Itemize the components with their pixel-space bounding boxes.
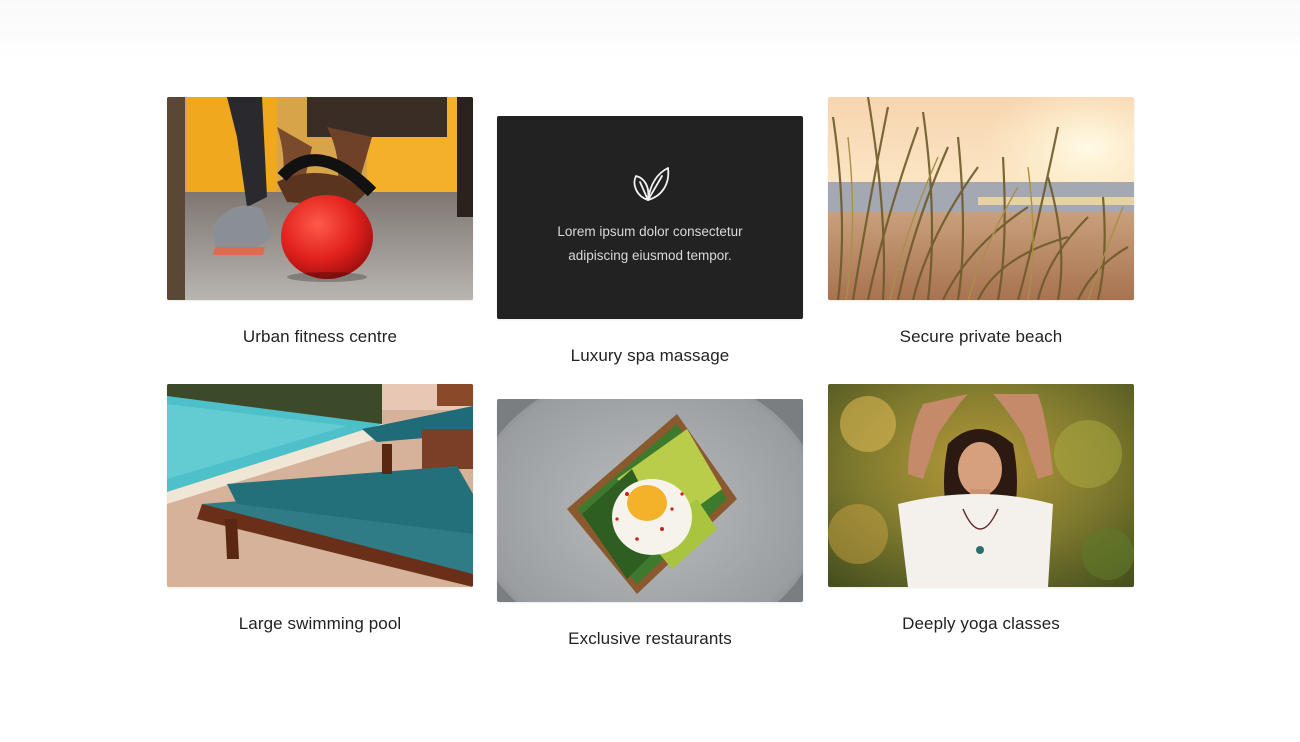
service-caption: Secure private beach bbox=[899, 327, 1063, 346]
service-card-spa[interactable]: Lorem ipsum dolor consectetur adipiscing… bbox=[497, 116, 803, 366]
food-photo-icon bbox=[497, 399, 803, 602]
beach-photo bbox=[828, 97, 1134, 300]
service-card-restaurants[interactable]: Exclusive restaurants bbox=[497, 399, 803, 649]
pool-photo bbox=[167, 384, 473, 587]
service-card-pool[interactable]: Large swimming pool bbox=[167, 384, 473, 634]
yoga-photo bbox=[828, 384, 1134, 587]
spa-description: Lorem ipsum dolor consectetur adipiscing… bbox=[557, 223, 743, 263]
kettlebell-photo-icon bbox=[167, 97, 473, 300]
services-grid: Urban fitness centre Lorem ipsum dolor c… bbox=[0, 0, 1300, 742]
service-caption: Luxury spa massage bbox=[570, 346, 730, 365]
service-card-beach[interactable]: Secure private beach bbox=[828, 97, 1134, 347]
pool-photo-icon bbox=[167, 384, 473, 587]
service-caption: Deeply yoga classes bbox=[902, 614, 1060, 633]
fitness-photo bbox=[167, 97, 473, 300]
service-caption: Exclusive restaurants bbox=[568, 629, 732, 648]
service-caption: Urban fitness centre bbox=[242, 327, 398, 346]
service-card-yoga[interactable]: Deeply yoga classes bbox=[828, 384, 1134, 634]
yoga-photo-icon bbox=[828, 384, 1134, 587]
service-caption: Large swimming pool bbox=[238, 614, 402, 633]
restaurant-photo bbox=[497, 399, 803, 602]
beach-photo-icon bbox=[828, 97, 1134, 300]
spa-tile: Lorem ipsum dolor consectetur adipiscing… bbox=[497, 116, 803, 319]
leaf-icon bbox=[628, 162, 672, 206]
service-card-fitness[interactable]: Urban fitness centre bbox=[167, 97, 473, 347]
